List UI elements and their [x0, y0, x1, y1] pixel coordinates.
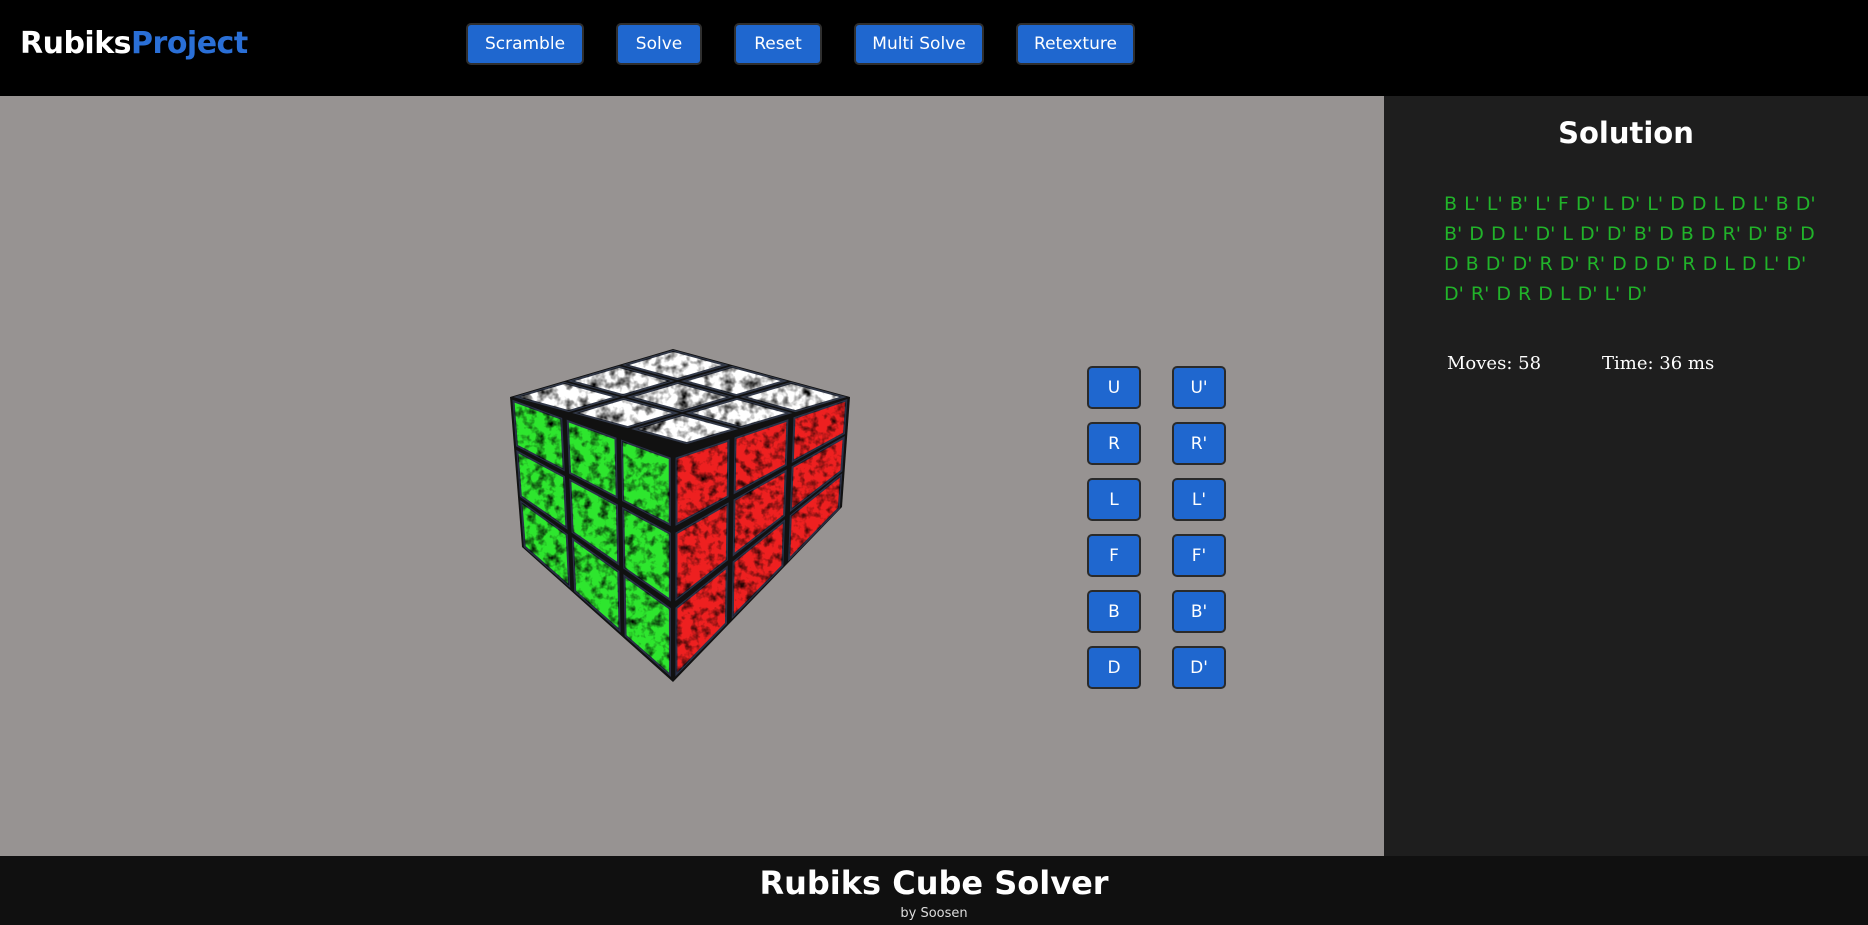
- reset-button[interactable]: Reset: [734, 23, 822, 65]
- move-f-prime-button[interactable]: F': [1172, 534, 1226, 577]
- move-d-button[interactable]: D: [1087, 646, 1141, 689]
- solve-time: Time: 36 ms: [1602, 353, 1715, 374]
- move-l-button[interactable]: L: [1087, 478, 1141, 521]
- move-u-prime-button[interactable]: U': [1172, 366, 1226, 409]
- move-l-prime-button[interactable]: L': [1172, 478, 1226, 521]
- cube-viewport[interactable]: U U' R R' L L' F F' B B' D D': [0, 96, 1384, 856]
- top-navbar: RubiksProject Scramble Solve Reset Multi…: [0, 0, 1868, 96]
- logo-text-project: Project: [131, 26, 248, 61]
- app-logo[interactable]: RubiksProject: [20, 26, 248, 61]
- scramble-button[interactable]: Scramble: [466, 23, 584, 65]
- move-b-button[interactable]: B: [1087, 590, 1141, 633]
- solve-button[interactable]: Solve: [616, 23, 702, 65]
- logo-text-rubiks: Rubiks: [20, 26, 132, 61]
- moves-count: Moves: 58: [1447, 353, 1542, 374]
- move-u-button[interactable]: U: [1087, 366, 1141, 409]
- retexture-button[interactable]: Retexture: [1016, 23, 1135, 65]
- move-r-prime-button[interactable]: R': [1172, 422, 1226, 465]
- solution-panel: Solution B L' L' B' L' F D' L D' L' D D …: [1384, 96, 1868, 856]
- solution-moves-text: B L' L' B' L' F D' L D' L' D D L D L' B …: [1444, 193, 1816, 305]
- rubiks-cube-3d[interactable]: [500, 336, 860, 796]
- footer-author: by Soosen: [900, 906, 968, 921]
- move-b-prime-button[interactable]: B': [1172, 590, 1226, 633]
- move-d-prime-button[interactable]: D': [1172, 646, 1226, 689]
- move-r-button[interactable]: R: [1087, 422, 1141, 465]
- solution-title: Solution: [1558, 116, 1694, 150]
- footer: Rubiks Cube Solver by Soosen: [0, 856, 1868, 925]
- multi-solve-button[interactable]: Multi Solve: [854, 23, 984, 65]
- move-f-button[interactable]: F: [1087, 534, 1141, 577]
- footer-title: Rubiks Cube Solver: [759, 864, 1109, 902]
